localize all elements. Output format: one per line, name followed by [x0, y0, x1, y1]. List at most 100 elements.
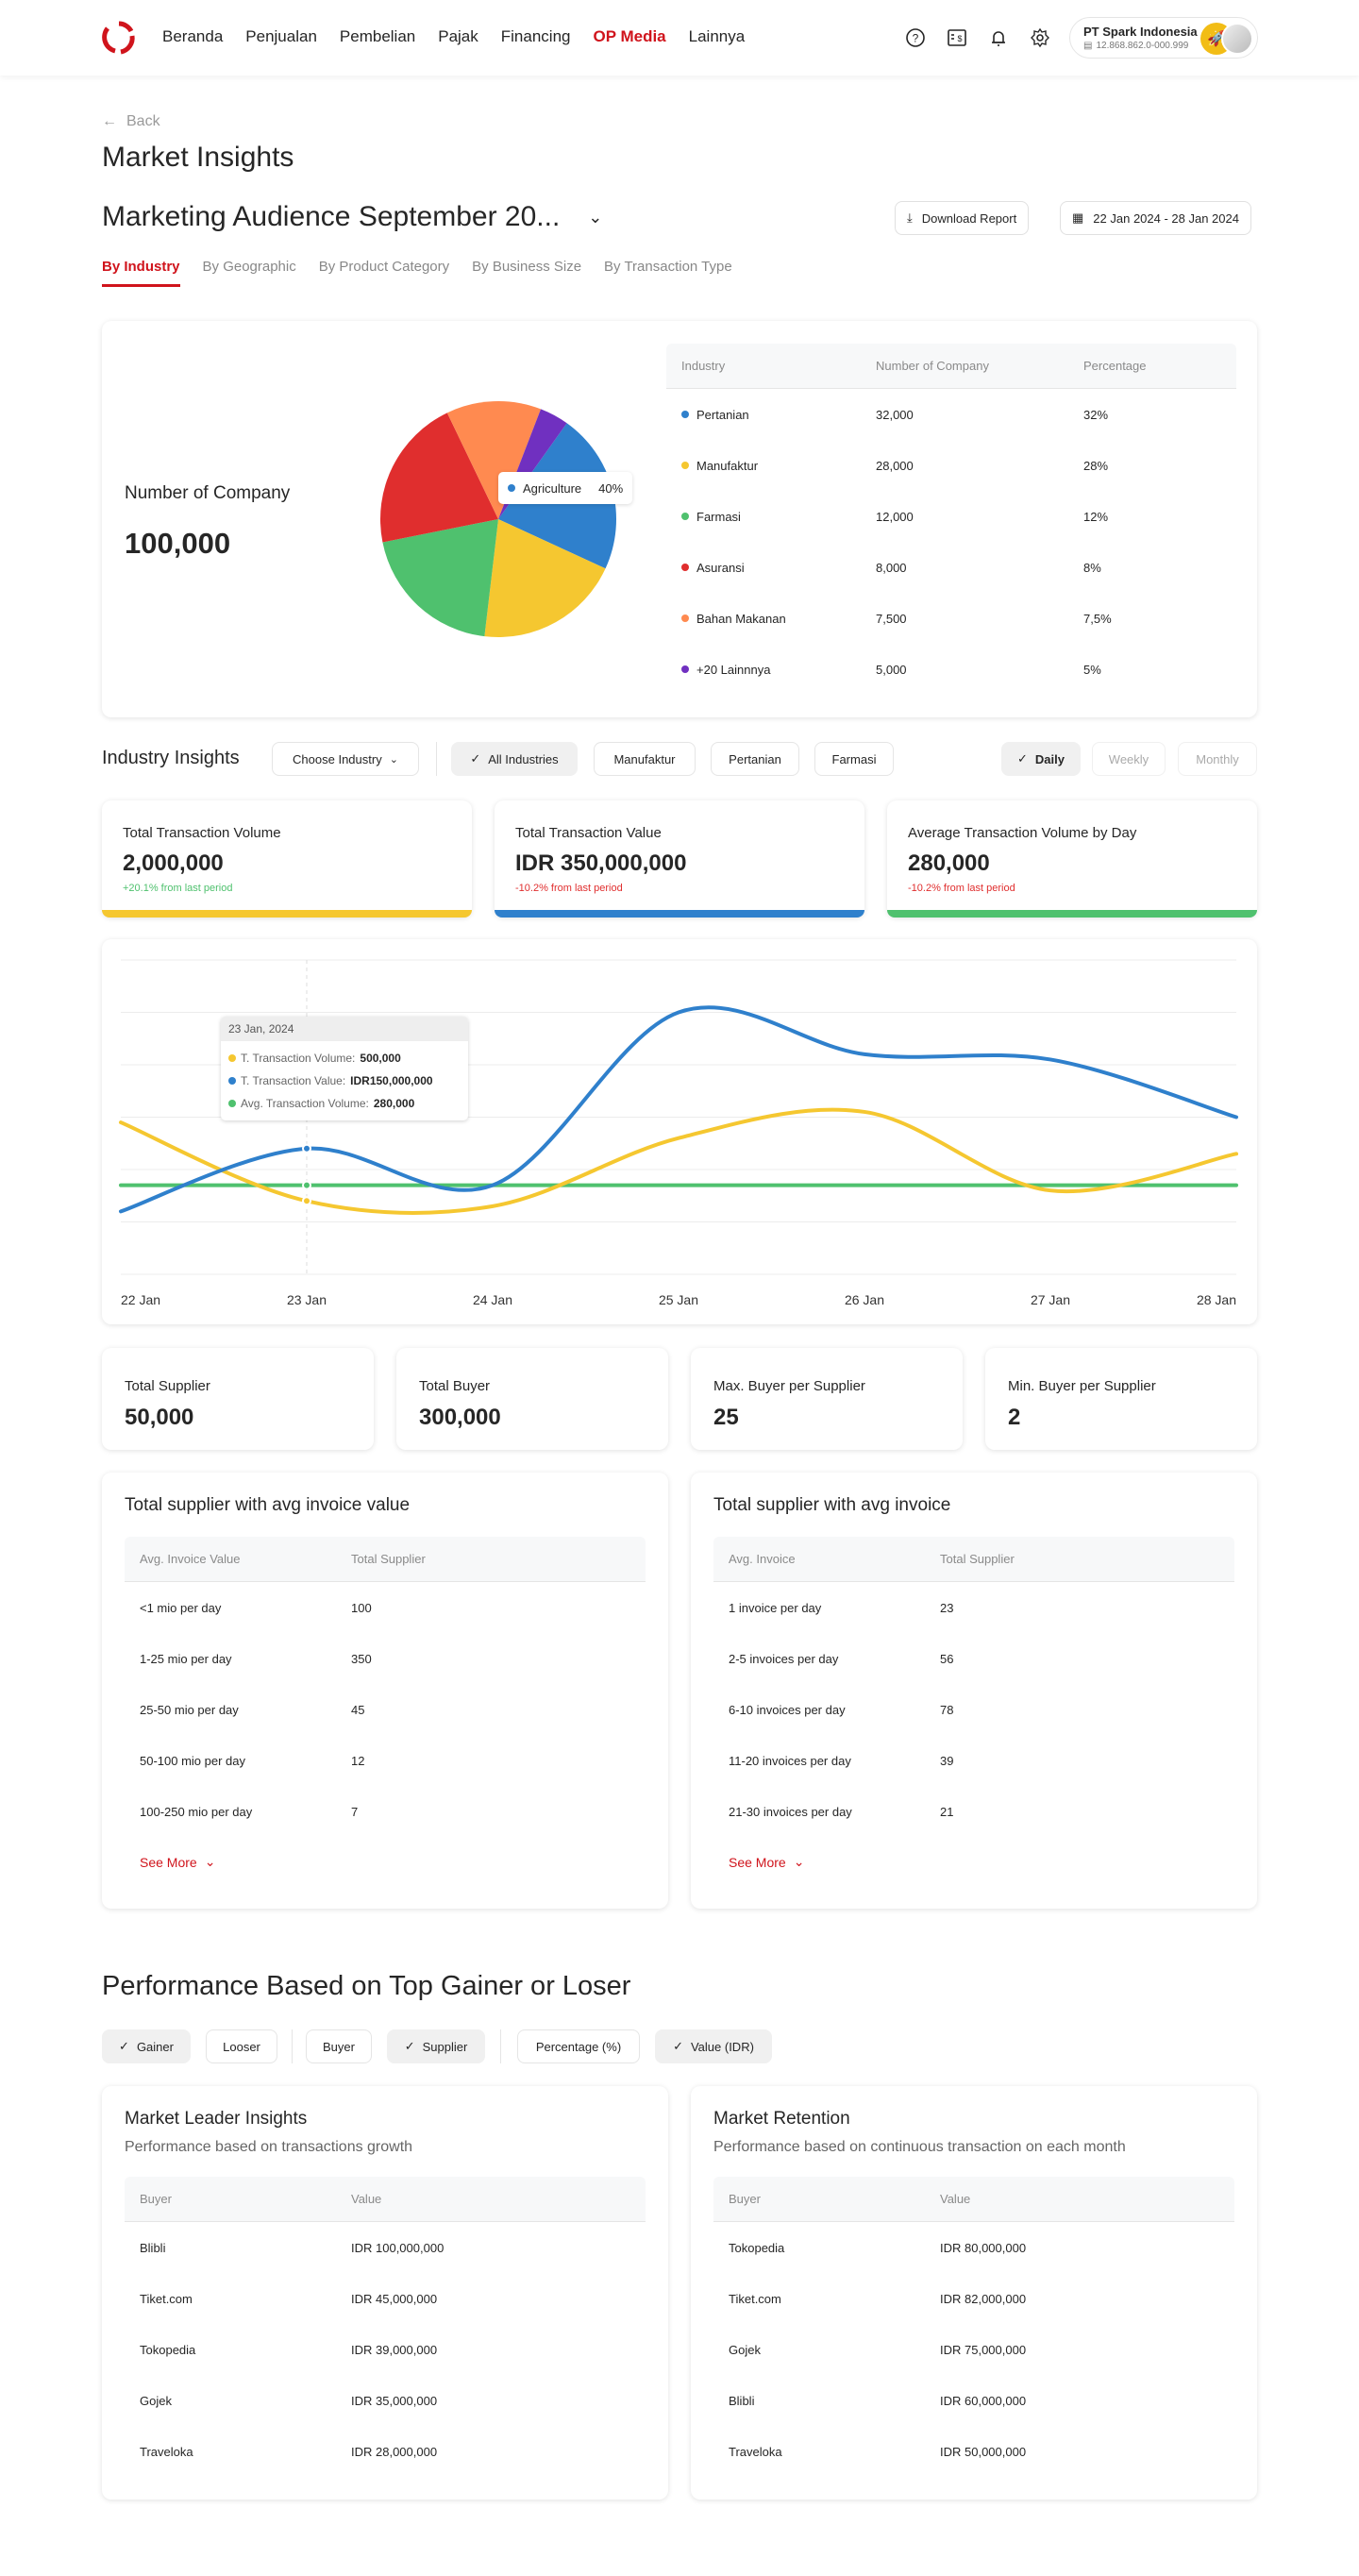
- transaction-line-chart[interactable]: 22 Jan 23 Jan 24 Jan 25 Jan 26 Jan 27 Jan 28 J…: [102, 939, 1257, 1324]
- row-label: Gojek: [140, 2393, 172, 2408]
- table-header-cell: Total Supplier: [351, 1552, 426, 1566]
- see-more-link[interactable]: See More ⌄: [140, 1854, 215, 1870]
- summary-min-buyer-per-supplier: Min. Buyer per Supplier 2: [985, 1348, 1257, 1450]
- chevron-down-icon: ⌄: [389, 753, 398, 766]
- filter-pertanian[interactable]: Pertanian: [711, 742, 799, 776]
- summary-label: Min. Buyer per Supplier: [1008, 1378, 1156, 1394]
- company-profile[interactable]: PT Spark Indonesia ▤ 12.868.862.0-000.999…: [1069, 17, 1258, 59]
- kpi-color-bar: [495, 910, 864, 918]
- tab-by-geographic[interactable]: By Geographic: [203, 259, 296, 287]
- brand-logo[interactable]: [102, 21, 136, 55]
- summary-label: Total Supplier: [125, 1378, 210, 1394]
- x-tick-label: 24 Jan: [473, 1292, 512, 1307]
- user-avatar[interactable]: [1221, 23, 1253, 55]
- table-row: Gojek IDR 35,000,000: [125, 2375, 646, 2426]
- chip-value-idr[interactable]: ✓ Value (IDR): [655, 2029, 772, 2063]
- chevron-down-icon: ⌄: [793, 1854, 805, 1869]
- table-row: Blibli IDR 60,000,000: [713, 2375, 1234, 2426]
- data-point[interactable]: [302, 1196, 311, 1206]
- bell-icon[interactable]: [987, 25, 1010, 51]
- company-count: 8,000: [876, 560, 907, 575]
- kpi-label: Total Transaction Value: [515, 825, 662, 841]
- chip-label: Weekly: [1108, 751, 1149, 766]
- summary-value: 50,000: [125, 1405, 194, 1430]
- industry-cell: Asuransi: [666, 561, 876, 575]
- filter-manufaktur[interactable]: Manufaktur: [594, 742, 696, 776]
- filter-all-industries[interactable]: ✓ All Industries: [451, 742, 578, 776]
- choose-industry-dropdown[interactable]: Choose Industry ⌄: [272, 742, 419, 776]
- nav-item-beranda[interactable]: Beranda: [162, 27, 223, 46]
- row-label: Tokopedia: [729, 2240, 785, 2255]
- nav-item-lainnya[interactable]: Lainnya: [689, 27, 746, 46]
- chip-buyer[interactable]: Buyer: [306, 2029, 372, 2063]
- tooltip-value: IDR150,000,000: [350, 1074, 433, 1087]
- period-weekly[interactable]: Weekly: [1092, 742, 1166, 776]
- table-row: Tiket.com IDR 45,000,000: [125, 2273, 646, 2324]
- data-point[interactable]: [302, 1143, 311, 1153]
- date-range-picker[interactable]: ▦ 22 Jan 2024 - 28 Jan 2024: [1060, 201, 1251, 235]
- transaction-line-chart-card: 22 Jan 23 Jan 24 Jan 25 Jan 26 Jan 27 Jan 28 J…: [102, 939, 1257, 1324]
- chip-label: Supplier: [422, 2039, 468, 2054]
- invoice-icon[interactable]: $: [946, 25, 968, 51]
- download-report-button[interactable]: ⤓ Download Report: [895, 201, 1030, 235]
- tab-by-transaction-type[interactable]: By Transaction Type: [604, 259, 732, 287]
- tooltip-value: 280,000: [373, 1097, 415, 1110]
- tab-by-industry[interactable]: By Industry: [102, 259, 180, 287]
- industry-pie-chart[interactable]: [376, 396, 621, 642]
- row-value: 39: [940, 1753, 954, 1768]
- row-value: 7: [351, 1804, 359, 1819]
- tab-by-business-size[interactable]: By Business Size: [472, 259, 581, 287]
- chip-gainer[interactable]: ✓ Gainer: [102, 2029, 191, 2063]
- table-row: Farmasi 12,000 12%: [666, 491, 1236, 542]
- tooltip-label: Avg. Transaction Volume:: [241, 1097, 369, 1110]
- chip-percentage[interactable]: Percentage (%): [517, 2029, 640, 2063]
- series-line-t-transaction-volume[interactable]: [119, 1107, 1238, 1215]
- market-retention-table: Buyer Value Tokopedia IDR 80,000,000 Tiket.…: [713, 2177, 1234, 2477]
- tooltip-value: 500,000: [360, 1052, 401, 1065]
- industry-name: Manufaktur: [696, 458, 759, 473]
- legend-dot: [681, 411, 689, 418]
- row-label: 6-10 invoices per day: [729, 1702, 846, 1717]
- audience-selector[interactable]: Marketing Audience September 20... ⌄: [102, 201, 602, 233]
- row-value: IDR 39,000,000: [351, 2342, 438, 2357]
- tab-by-product-category[interactable]: By Product Category: [319, 259, 449, 287]
- choose-industry-label: Choose Industry: [293, 751, 382, 766]
- chevron-down-icon: ⌄: [204, 1854, 216, 1869]
- gear-icon[interactable]: [1029, 25, 1051, 51]
- chip-looser[interactable]: Looser: [206, 2029, 277, 2063]
- nav-item-penjualan[interactable]: Penjualan: [245, 27, 317, 46]
- legend-dot: [681, 564, 689, 571]
- help-icon[interactable]: ?: [904, 25, 927, 51]
- see-more-link[interactable]: See More ⌄: [729, 1854, 804, 1870]
- table-header-cell: Buyer: [729, 2192, 761, 2206]
- chip-label: Value (IDR): [690, 2039, 754, 2054]
- period-daily[interactable]: ✓ Daily: [1001, 742, 1081, 776]
- percentage: 7,5%: [1083, 611, 1112, 626]
- kpi-color-bar: [102, 910, 472, 918]
- filter-farmasi[interactable]: Farmasi: [814, 742, 894, 776]
- row-value: IDR 35,000,000: [351, 2393, 438, 2408]
- industry-table: Industry Number of Company Percentage Pe…: [666, 344, 1236, 695]
- back-link[interactable]: ← Back: [102, 113, 160, 130]
- nav-item-pembelian[interactable]: Pembelian: [340, 27, 415, 46]
- nav-item-op-media[interactable]: OP Media: [593, 27, 665, 46]
- nav-item-financing[interactable]: Financing: [501, 27, 571, 46]
- insight-tabs: By Industry By Geographic By Product Cat…: [102, 259, 732, 287]
- chip-label: Monthly: [1196, 751, 1239, 766]
- supplier-avg-invoice-table: Avg. Invoice Total Supplier 1 invoice per…: [713, 1537, 1234, 1837]
- x-tick-label: 26 Jan: [845, 1292, 884, 1307]
- kpi-delta: +20.1% from last period: [123, 883, 233, 894]
- row-label: <1 mio per day: [140, 1600, 222, 1615]
- nav-item-pajak[interactable]: Pajak: [438, 27, 478, 46]
- row-label: 100-250 mio per day: [140, 1804, 253, 1819]
- supplier-avg-invoice-value-card: Total supplier with avg invoice value Av…: [102, 1473, 668, 1909]
- industry-name: Pertanian: [696, 407, 749, 422]
- company-npwp: 12.868.862.0-000.999: [1096, 41, 1189, 51]
- check-icon: ✓: [673, 2039, 683, 2053]
- percentage: 28%: [1083, 458, 1109, 473]
- page-title: Market Insights: [102, 142, 294, 173]
- data-point[interactable]: [302, 1180, 311, 1190]
- period-monthly[interactable]: Monthly: [1178, 742, 1257, 776]
- chip-supplier[interactable]: ✓ Supplier: [387, 2029, 485, 2063]
- download-label: Download Report: [921, 210, 1017, 226]
